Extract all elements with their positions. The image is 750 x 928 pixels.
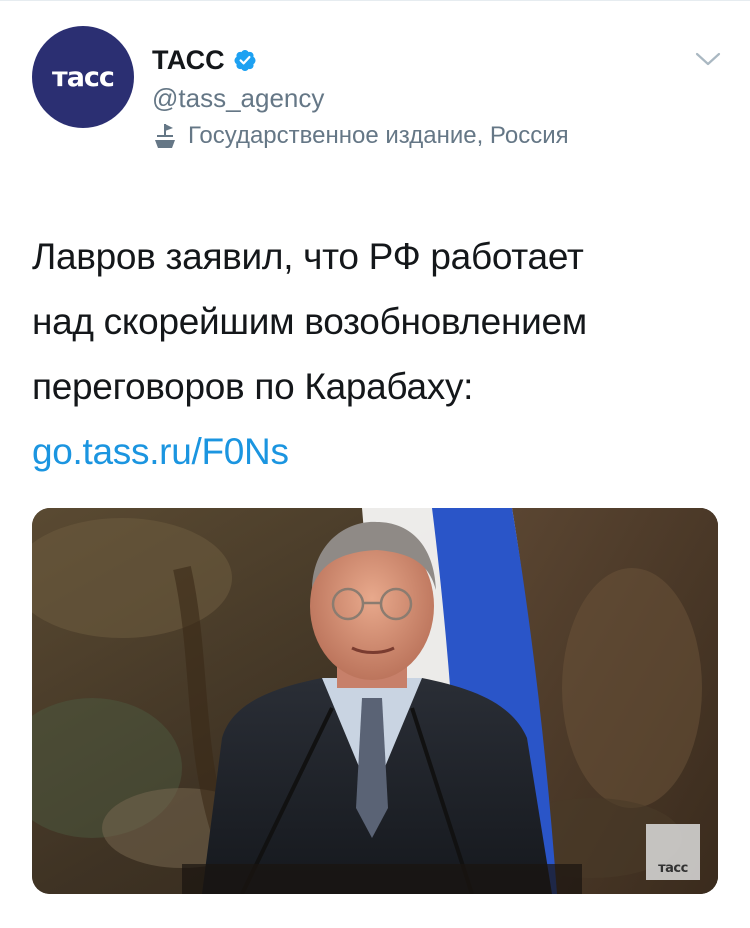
chevron-down-icon[interactable] <box>694 50 722 68</box>
account-name[interactable]: ТАСС <box>152 44 225 76</box>
state-media-label-text: Государственное издание, Россия <box>188 122 569 149</box>
photo-watermark: тасс <box>646 824 700 880</box>
tweet-media-photo[interactable]: тасс <box>32 508 718 894</box>
verified-badge-icon <box>234 50 256 71</box>
avatar[interactable]: тасс <box>32 26 134 128</box>
photo-illustration <box>32 508 718 894</box>
tweet-text-line: переговоров по Карабаху: <box>32 366 474 407</box>
account-name-row[interactable]: ТАСС <box>152 44 257 76</box>
state-media-label[interactable]: Государственное издание, Россия <box>152 120 569 152</box>
top-divider <box>0 0 750 1</box>
tweet-body: Лавров заявил, что РФ работает над скоре… <box>32 224 722 484</box>
tweet-text-line: над скорейшим возобновлением <box>32 301 587 342</box>
tweet-link[interactable]: go.tass.ru/F0Ns <box>32 419 722 484</box>
state-media-icon <box>155 124 175 148</box>
tweet-text-line: Лавров заявил, что РФ работает <box>32 236 584 277</box>
watermark-text: тасс <box>658 861 688 876</box>
account-handle[interactable]: @tass_agency <box>152 82 324 114</box>
avatar-logo-text: тасс <box>52 61 115 93</box>
